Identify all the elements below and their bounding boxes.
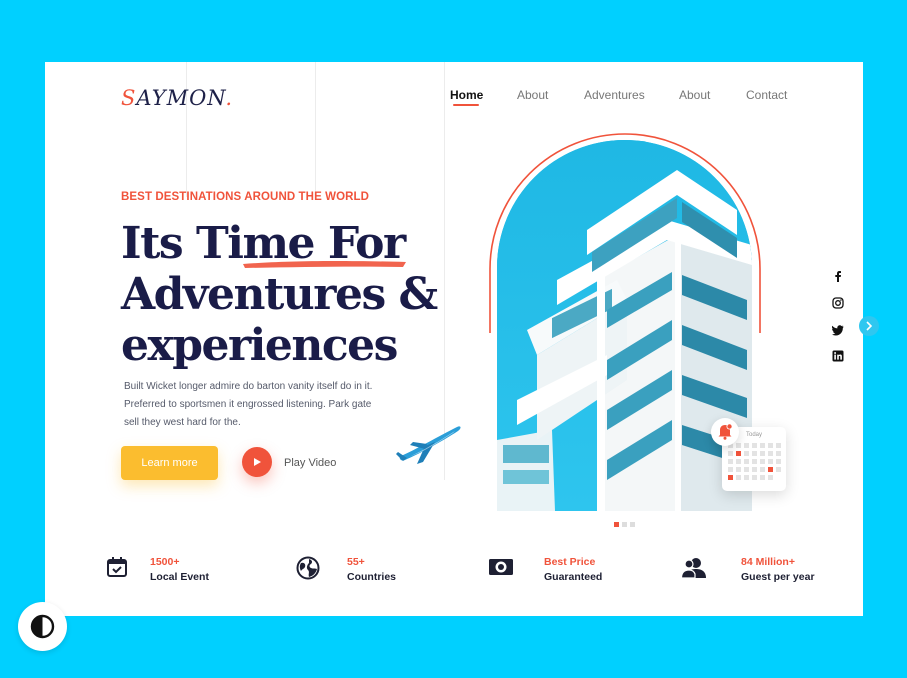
- nav-adventures[interactable]: Adventures: [584, 88, 645, 102]
- hero-headline: Its Time For Adventures & experiences: [121, 218, 438, 371]
- stat-value: 1500+: [150, 556, 180, 568]
- theme-toggle-button[interactable]: [18, 602, 67, 651]
- logo-text: AYMON: [136, 86, 226, 110]
- landing-page: SAYMON. Home About Adventures About Cont…: [45, 62, 863, 616]
- hero-eyebrow: BEST DESTINATIONS AROUND THE WORLD: [121, 191, 370, 203]
- nav-active-indicator: [453, 104, 479, 106]
- hero-description: Built Wicket longer admire do barton van…: [124, 378, 394, 432]
- globe-icon: [296, 556, 320, 580]
- nav-contact[interactable]: Contact: [746, 88, 787, 102]
- calendar-check-icon: [107, 557, 127, 577]
- description-line: sell they west hard for the.: [124, 417, 241, 428]
- linkedin-icon[interactable]: [832, 350, 844, 362]
- logo-dot: .: [225, 86, 234, 110]
- hero-building-photo: [497, 140, 752, 511]
- building-image: [497, 140, 752, 511]
- notification-bell-button[interactable]: [711, 418, 739, 446]
- instagram-icon[interactable]: [832, 297, 844, 309]
- description-line: Built Wicket longer admire do barton van…: [124, 381, 373, 392]
- carousel-dot[interactable]: [630, 522, 635, 527]
- facebook-icon[interactable]: [832, 270, 844, 282]
- stat-label: Guaranteed: [544, 571, 603, 583]
- price-camera-icon: [489, 559, 513, 575]
- next-slide-button[interactable]: [859, 316, 879, 336]
- carousel-dot[interactable]: [622, 522, 627, 527]
- carousel-dots: [614, 522, 635, 527]
- stat-label: Local Event: [150, 571, 209, 583]
- stat-label: Countries: [347, 571, 397, 583]
- nav-home[interactable]: Home: [450, 88, 483, 102]
- play-video-button[interactable]: [242, 447, 272, 477]
- logo[interactable]: SAYMON.: [121, 86, 233, 110]
- headline-line: Its Time For: [121, 218, 406, 269]
- bell-icon: [718, 423, 733, 440]
- chevron-right-icon: [866, 321, 873, 331]
- grid-line: [444, 62, 445, 480]
- stat-value: 84 Million+: [741, 556, 795, 568]
- stat-value: Best Price: [544, 556, 596, 568]
- grid-line: [186, 62, 187, 197]
- headline-line: experiences: [121, 320, 398, 371]
- headline-line: Adventures &: [121, 269, 438, 320]
- play-icon: [254, 458, 261, 466]
- stat-value: 55+: [347, 556, 365, 568]
- learn-more-button[interactable]: Learn more: [121, 446, 218, 480]
- nav-about[interactable]: About: [517, 88, 548, 102]
- twitter-icon[interactable]: [832, 324, 844, 336]
- stat-label: Guest per year: [741, 571, 815, 583]
- nav-about-2[interactable]: About: [679, 88, 710, 102]
- description-line: Preferred to sportsmen it engrossed list…: [124, 399, 372, 410]
- airplane-icon: [396, 426, 461, 464]
- contrast-icon: [30, 614, 55, 639]
- logo-initial: S: [121, 86, 137, 110]
- grid-line: [315, 62, 316, 197]
- users-icon: [681, 558, 706, 579]
- carousel-dot-active[interactable]: [614, 522, 619, 527]
- play-video-label[interactable]: Play Video: [284, 457, 336, 469]
